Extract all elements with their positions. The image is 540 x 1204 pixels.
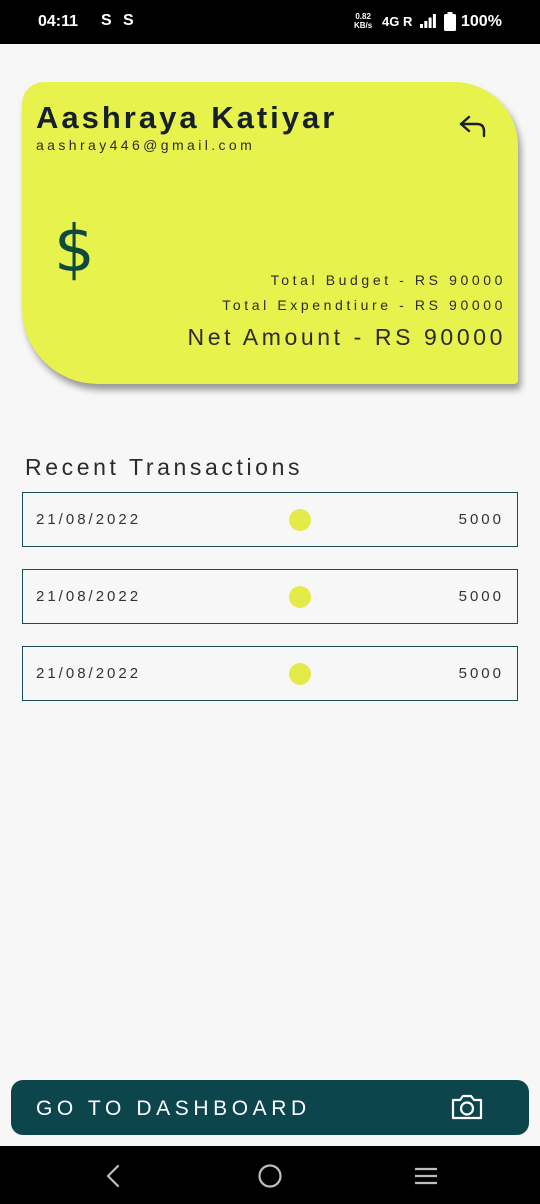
network-speed: 0.82 KB/s (354, 12, 372, 30)
dashboard-button-label: GO TO DASHBOARD (36, 1097, 311, 1120)
total-expenditure: Total Expendtiure - RS 90000 (222, 297, 506, 313)
net-amount: Net Amount - RS 90000 (187, 324, 506, 350)
profile-card: Aashraya Katiyar aashray446@gmail.com $ … (22, 82, 518, 384)
transaction-row[interactable]: 21/08/2022 5000 (22, 646, 518, 701)
network-speed-unit: KB/s (354, 21, 373, 30)
transaction-date: 21/08/2022 (36, 665, 142, 682)
status-time: 04:11 (38, 13, 79, 30)
notification-icon: S (123, 12, 134, 29)
transaction-list: 21/08/2022 5000 21/08/2022 5000 21/08/20… (22, 492, 518, 723)
transaction-amount: 5000 (458, 588, 504, 605)
budget-summary: Total Budget - RS 90000 Total Expendtiur… (187, 268, 506, 351)
nav-home-icon[interactable] (257, 1163, 283, 1189)
status-dot (289, 509, 311, 531)
transaction-amount: 5000 (458, 511, 504, 528)
recent-transactions-title: Recent Transactions (25, 454, 304, 480)
status-bar: 04:11 S S 0.82 KB/s 4G R 100% (0, 0, 540, 44)
user-email: aashray446@gmail.com (36, 137, 256, 153)
nav-back-icon[interactable] (103, 1164, 123, 1188)
status-dot (289, 586, 311, 608)
camera-icon[interactable] (450, 1093, 484, 1121)
transaction-date: 21/08/2022 (36, 511, 142, 528)
transaction-row[interactable]: 21/08/2022 5000 (22, 569, 518, 624)
nav-recents-icon[interactable] (414, 1166, 438, 1186)
system-navigation-bar (0, 1146, 540, 1204)
battery-icon (444, 12, 456, 31)
signal-icon (420, 14, 436, 28)
network-speed-value: 0.82 (355, 12, 371, 21)
status-dot (289, 663, 311, 685)
transaction-row[interactable]: 21/08/2022 5000 (22, 492, 518, 547)
dollar-icon: $ (54, 213, 95, 287)
battery-level: 100% (461, 13, 502, 30)
notification-icon: S (101, 12, 112, 29)
transaction-date: 21/08/2022 (36, 588, 142, 605)
transaction-amount: 5000 (458, 665, 504, 682)
total-budget: Total Budget - RS 90000 (270, 272, 506, 288)
user-name: Aashraya Katiyar (36, 100, 338, 135)
go-to-dashboard-button[interactable]: GO TO DASHBOARD (11, 1080, 529, 1135)
network-type: 4G R (382, 14, 413, 29)
back-arrow-icon[interactable] (457, 112, 489, 140)
